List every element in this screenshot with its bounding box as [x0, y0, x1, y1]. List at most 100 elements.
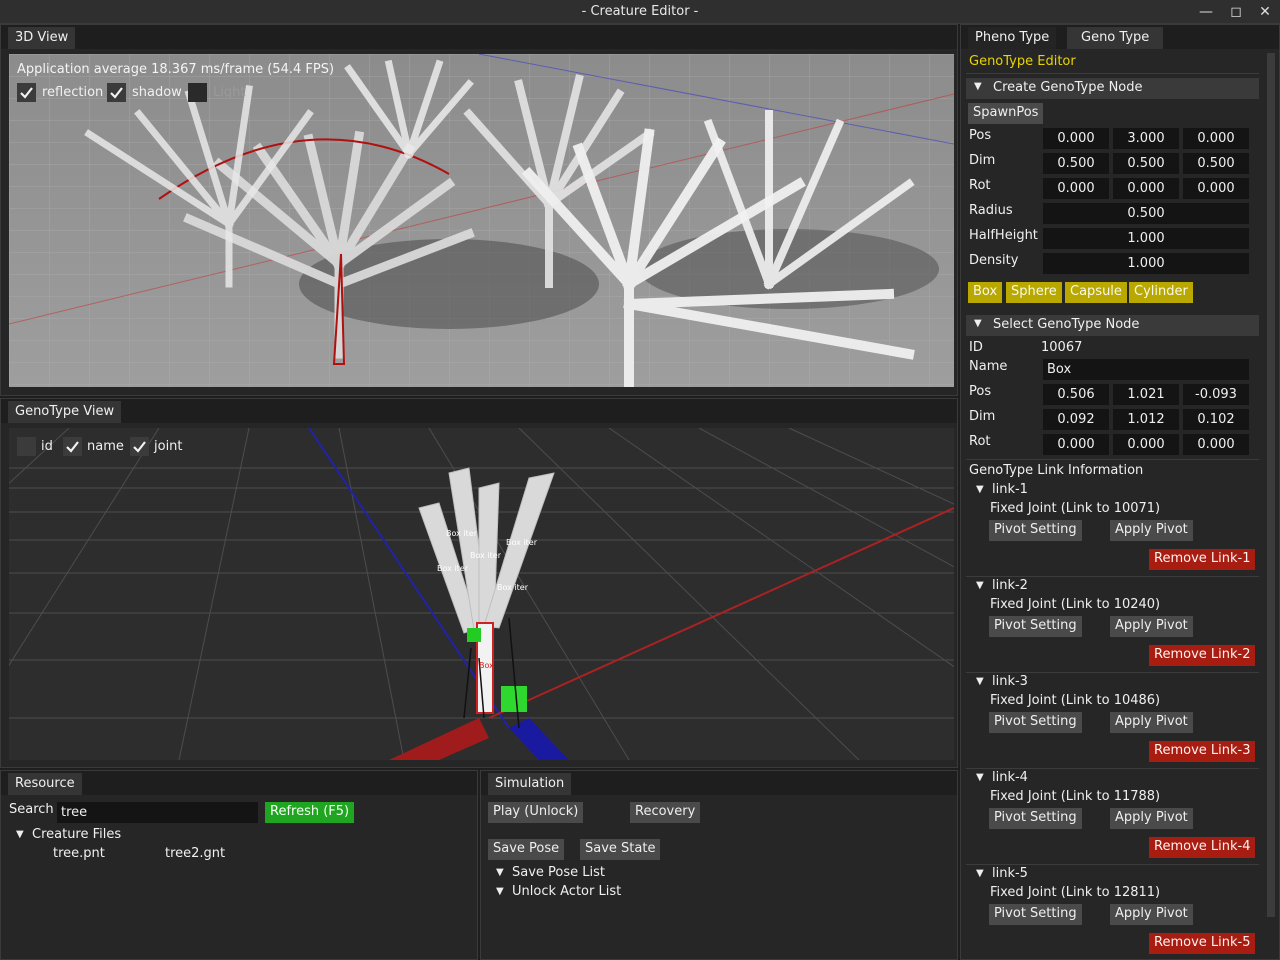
- tab-pheno-type[interactable]: Pheno Type: [968, 27, 1057, 49]
- triangle-down-icon[interactable]: ▼: [496, 867, 504, 878]
- cylinder-button[interactable]: Cylinder: [1129, 282, 1193, 303]
- radius-field[interactable]: 0.500: [1043, 203, 1249, 224]
- tab-resource[interactable]: Resource: [8, 773, 82, 795]
- triangle-down-icon[interactable]: ▼: [16, 829, 24, 840]
- apply-pivot-button[interactable]: Apply Pivot: [1110, 712, 1193, 733]
- recovery-button[interactable]: Recovery: [630, 802, 701, 823]
- select-node-header[interactable]: ▼ Select GenoType Node: [966, 315, 1259, 336]
- tab-simulation[interactable]: Simulation: [488, 773, 572, 795]
- halfheight-field[interactable]: 1.000: [1043, 228, 1249, 249]
- link-node[interactable]: link-2: [992, 578, 1028, 593]
- pivot-setting-button[interactable]: Pivot Setting: [989, 616, 1082, 637]
- create-node-header[interactable]: ▼ Create GenoType Node: [966, 78, 1259, 99]
- create-rot-y[interactable]: 0.000: [1113, 178, 1179, 199]
- select-rot-y[interactable]: 0.000: [1113, 434, 1179, 455]
- triangle-down-icon[interactable]: ▼: [976, 676, 984, 687]
- shadow-checkbox[interactable]: [107, 83, 126, 102]
- triangle-down-icon[interactable]: ▼: [496, 886, 504, 897]
- triangle-down-icon[interactable]: ▼: [976, 484, 984, 495]
- name-checkbox[interactable]: [63, 437, 82, 456]
- link-node[interactable]: link-3: [992, 674, 1028, 689]
- view3d-viewport[interactable]: Application average 18.367 ms/frame (54.…: [9, 54, 954, 387]
- link-node[interactable]: link-4: [992, 770, 1028, 785]
- select-rot-z[interactable]: 0.000: [1183, 434, 1249, 455]
- apply-pivot-button[interactable]: Apply Pivot: [1110, 808, 1193, 829]
- apply-pivot-button[interactable]: Apply Pivot: [1110, 616, 1193, 637]
- remove-link-button[interactable]: Remove Link-4: [1149, 837, 1256, 858]
- create-dim-z[interactable]: 0.500: [1183, 153, 1249, 174]
- capsule-button[interactable]: Capsule: [1065, 282, 1127, 303]
- box-button[interactable]: Box: [968, 282, 1003, 303]
- select-pos-x[interactable]: 0.506: [1043, 384, 1109, 405]
- link-node[interactable]: link-5: [992, 866, 1028, 881]
- joint-checkbox[interactable]: [130, 437, 149, 456]
- triangle-down-icon[interactable]: ▼: [976, 772, 984, 783]
- select-dim-y[interactable]: 1.012: [1113, 409, 1179, 430]
- close-button[interactable]: ✕: [1252, 2, 1278, 22]
- scene-3d-render: [9, 54, 954, 387]
- tab-genotype-view[interactable]: GenoType View: [8, 401, 122, 423]
- tab-3d-view[interactable]: 3D View: [8, 27, 76, 49]
- pivot-setting-button[interactable]: Pivot Setting: [989, 904, 1082, 925]
- create-rot-label: Rot: [969, 178, 991, 193]
- creature-files-node[interactable]: Creature Files: [32, 827, 121, 842]
- id-checkbox[interactable]: [17, 437, 36, 456]
- remove-link-button[interactable]: Remove Link-2: [1149, 645, 1256, 666]
- remove-link-button[interactable]: Remove Link-5: [1149, 933, 1256, 954]
- apply-pivot-button[interactable]: Apply Pivot: [1110, 520, 1193, 541]
- create-dim-y[interactable]: 0.500: [1113, 153, 1179, 174]
- select-rot-x[interactable]: 0.000: [1043, 434, 1109, 455]
- select-name-field[interactable]: Box: [1043, 359, 1249, 380]
- pivot-setting-button[interactable]: Pivot Setting: [989, 520, 1082, 541]
- triangle-down-icon[interactable]: ▼: [976, 868, 984, 879]
- save-state-button[interactable]: Save State: [580, 839, 661, 860]
- right-panel: Pheno Type Geno Type GenoType Editor ▼ C…: [960, 24, 1280, 960]
- radius-label: Radius: [969, 203, 1013, 218]
- select-dim-x[interactable]: 0.092: [1043, 409, 1109, 430]
- link-description: Fixed Joint (Link to 12811): [990, 885, 1161, 900]
- genotype-view-panel: GenoType View Box iter Box iter Box iter…: [0, 398, 958, 768]
- unlock-actor-list-node[interactable]: Unlock Actor List: [512, 884, 621, 899]
- spawnpos-button[interactable]: SpawnPos: [968, 103, 1044, 124]
- reflection-checkbox[interactable]: [17, 83, 36, 102]
- density-field[interactable]: 1.000: [1043, 253, 1249, 274]
- select-pos-y[interactable]: 1.021: [1113, 384, 1179, 405]
- refresh-button[interactable]: Refresh (F5): [265, 802, 355, 823]
- create-pos-x[interactable]: 0.000: [1043, 128, 1109, 149]
- name-label: name: [87, 439, 124, 454]
- link-info-title: GenoType Link Information: [969, 463, 1144, 478]
- apply-pivot-button[interactable]: Apply Pivot: [1110, 904, 1193, 925]
- create-dim-x[interactable]: 0.500: [1043, 153, 1109, 174]
- save-pose-button[interactable]: Save Pose: [488, 839, 565, 860]
- sphere-button[interactable]: Sphere: [1006, 282, 1062, 303]
- search-input[interactable]: tree: [57, 802, 258, 823]
- create-rot-z[interactable]: 0.000: [1183, 178, 1249, 199]
- file-item[interactable]: tree2.gnt: [165, 846, 225, 861]
- pivot-setting-button[interactable]: Pivot Setting: [989, 712, 1082, 733]
- select-pos-z[interactable]: -0.093: [1183, 384, 1249, 405]
- right-panel-scrollbar[interactable]: [1267, 53, 1275, 917]
- genotype-viewport[interactable]: Box iter Box iter Box iter Box iter Box …: [9, 428, 954, 760]
- file-item[interactable]: tree.pnt: [53, 846, 105, 861]
- id-label: id: [41, 439, 53, 454]
- create-pos-y[interactable]: 3.000: [1113, 128, 1179, 149]
- triangle-down-icon[interactable]: ▼: [976, 580, 984, 591]
- select-dim-z[interactable]: 0.102: [1183, 409, 1249, 430]
- create-pos-z[interactable]: 0.000: [1183, 128, 1249, 149]
- link-node[interactable]: link-1: [992, 482, 1028, 497]
- triangle-down-icon: ▼: [974, 81, 982, 92]
- create-dim-label: Dim: [969, 153, 996, 168]
- view3d-panel: 3D View Application average 18.367 ms/fr…: [0, 24, 958, 396]
- third-checkbox[interactable]: [188, 83, 207, 102]
- minimize-button[interactable]: —: [1193, 2, 1219, 22]
- joint-label: joint: [154, 439, 183, 454]
- remove-link-button[interactable]: Remove Link-1: [1149, 549, 1256, 570]
- remove-link-button[interactable]: Remove Link-3: [1149, 741, 1256, 762]
- pivot-setting-button[interactable]: Pivot Setting: [989, 808, 1082, 829]
- tab-geno-type[interactable]: Geno Type: [1067, 27, 1164, 49]
- save-pose-list-node[interactable]: Save Pose List: [512, 865, 605, 880]
- create-rot-x[interactable]: 0.000: [1043, 178, 1109, 199]
- maximize-button[interactable]: ◻: [1223, 2, 1249, 22]
- play-unlock-button[interactable]: Play (Unlock): [488, 802, 584, 823]
- geno-node-label: Box iter: [437, 564, 468, 573]
